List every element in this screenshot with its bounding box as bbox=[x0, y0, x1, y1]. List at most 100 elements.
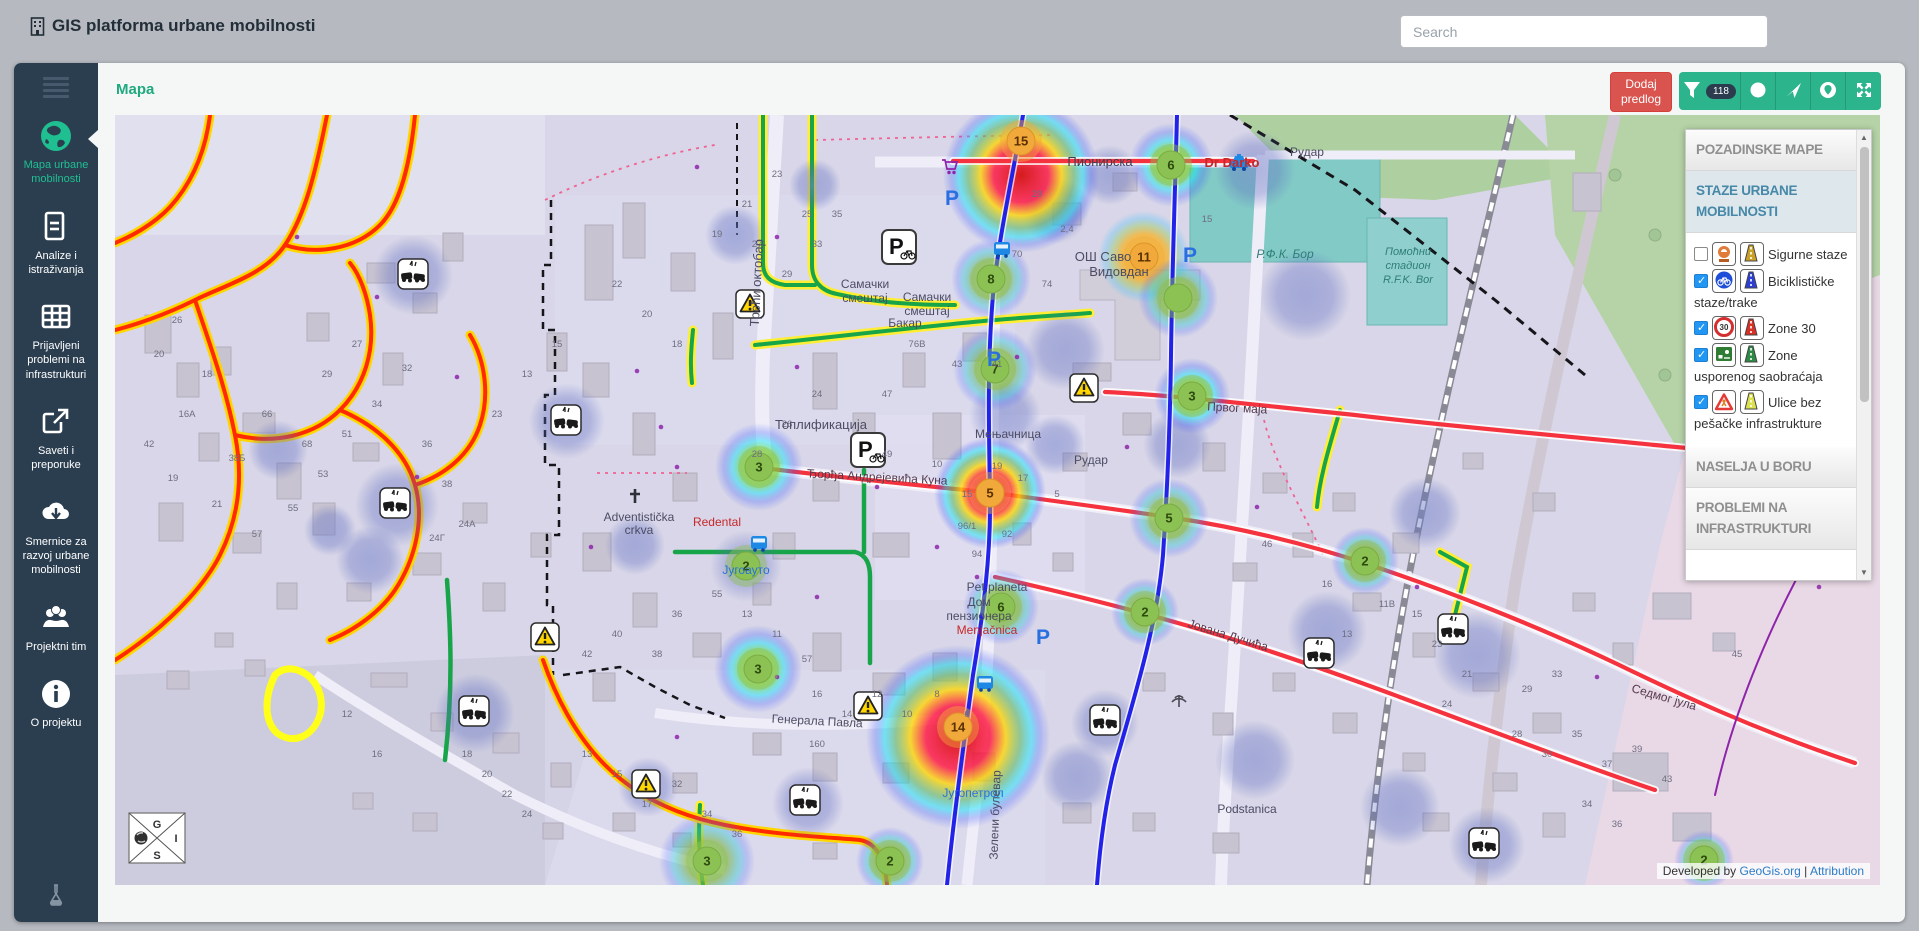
cluster-marker[interactable]: 5 bbox=[1148, 497, 1190, 539]
pbike-icon[interactable]: P bbox=[882, 230, 916, 264]
pletter-icon[interactable]: P bbox=[1036, 626, 1050, 649]
scroll-down-icon[interactable]: ▼ bbox=[1860, 565, 1868, 580]
svg-text:33: 33 bbox=[812, 239, 823, 250]
cluster-marker[interactable]: 14 bbox=[937, 706, 979, 748]
layer-label: Zone 30 bbox=[1768, 321, 1816, 336]
sidebar-item-saveti[interactable]: Saveti i preporuke bbox=[14, 394, 98, 485]
cloud-icon bbox=[38, 495, 74, 531]
car-icon[interactable] bbox=[1090, 705, 1120, 735]
layer-checkbox[interactable] bbox=[1694, 274, 1708, 288]
sidebar-item-tim[interactable]: Projektni tim bbox=[14, 590, 98, 666]
cluster-marker[interactable]: 3 bbox=[737, 648, 779, 690]
hamburger-menu-icon[interactable] bbox=[43, 77, 69, 98]
filter-button[interactable]: 118 bbox=[1679, 72, 1741, 110]
layer-checkbox[interactable] bbox=[1694, 395, 1708, 409]
svg-text:22: 22 bbox=[502, 789, 513, 800]
svg-text:38: 38 bbox=[442, 479, 453, 490]
car-icon[interactable] bbox=[398, 259, 428, 289]
svg-text:15: 15 bbox=[612, 769, 623, 780]
globe-tool-button[interactable] bbox=[1811, 72, 1846, 110]
svg-text:38: 38 bbox=[652, 649, 663, 660]
warn-icon[interactable] bbox=[632, 770, 660, 798]
locate-button[interactable] bbox=[1776, 72, 1811, 110]
car-icon[interactable] bbox=[790, 785, 820, 815]
svg-text:41: 41 bbox=[992, 359, 1003, 370]
car-icon[interactable] bbox=[380, 488, 410, 518]
layer-checkbox[interactable] bbox=[1694, 348, 1708, 362]
circle-icon bbox=[1749, 81, 1767, 102]
pletter-icon[interactable]: P bbox=[945, 187, 959, 210]
sidebar-item-analize[interactable]: Analize i istraživanja bbox=[14, 199, 98, 290]
fullscreen-button[interactable] bbox=[1846, 72, 1881, 110]
map-label: Рудар bbox=[1074, 453, 1108, 467]
layer-checkbox[interactable] bbox=[1694, 321, 1708, 335]
sidebar-item-mapa[interactable]: Mapa urbane mobilnosti bbox=[14, 108, 98, 199]
filter-count-badge: 118 bbox=[1706, 84, 1736, 99]
car-icon[interactable] bbox=[459, 696, 489, 726]
cluster-marker[interactable]: 5 bbox=[969, 472, 1011, 514]
road-icon bbox=[1740, 316, 1764, 340]
geogis-link[interactable]: GeoGis.org bbox=[1739, 864, 1800, 878]
panel-scrollbar[interactable]: ▲ ▼ bbox=[1856, 130, 1871, 580]
map[interactable]: 156118733552622314322 PPPPPP 26201816А42… bbox=[115, 115, 1880, 885]
scroll-thumb[interactable] bbox=[1860, 147, 1869, 402]
svg-text:3: 3 bbox=[755, 460, 762, 475]
svg-text:21: 21 bbox=[742, 199, 753, 210]
panel-section-problemi-na-infrastrukturi[interactable]: PROBLEMI NA INFRASTRUKTURI bbox=[1686, 488, 1856, 550]
map-canvas[interactable]: 156118733552622314322 PPPPPP 26201816А42… bbox=[115, 115, 1880, 885]
info-icon bbox=[38, 676, 74, 712]
svg-text:21: 21 bbox=[1462, 669, 1473, 680]
file-icon bbox=[38, 209, 74, 245]
car-icon[interactable] bbox=[1438, 614, 1468, 644]
sidebar-item-problemi[interactable]: Prijavljeni problemi na infrastrukturi bbox=[14, 289, 98, 394]
warn-icon[interactable] bbox=[531, 623, 559, 651]
add-proposal-button[interactable]: Dodajpredlog bbox=[1610, 72, 1672, 112]
pletter-icon[interactable]: P bbox=[1183, 244, 1197, 267]
cluster-marker[interactable]: 2 bbox=[869, 840, 911, 882]
warn-icon[interactable] bbox=[1070, 374, 1098, 402]
cluster-marker[interactable]: 8 bbox=[970, 258, 1012, 300]
svg-text:24: 24 bbox=[812, 389, 823, 400]
cluster-marker[interactable] bbox=[1157, 277, 1199, 319]
panel-section-naselja-u-boru[interactable]: NASELJA U BORU bbox=[1686, 447, 1856, 488]
layer-checkbox[interactable] bbox=[1694, 247, 1708, 261]
scroll-up-icon[interactable]: ▲ bbox=[1860, 130, 1868, 145]
panel-section-staze-urbane-mobilnosti[interactable]: STAZE URBANE MOBILNOSTI bbox=[1686, 171, 1856, 233]
circle-tool-button[interactable] bbox=[1741, 72, 1776, 110]
cluster-marker[interactable]: 2 bbox=[1124, 591, 1166, 633]
panel-section-pozadinske-mape[interactable]: POZADINSKE MAPE bbox=[1686, 130, 1856, 171]
map-label: Adventistička bbox=[604, 510, 675, 524]
car-icon[interactable] bbox=[1469, 828, 1499, 858]
nav-icon bbox=[1784, 81, 1802, 102]
cluster-marker[interactable]: 6 bbox=[1150, 144, 1192, 186]
sidebar-item-o-projektu[interactable]: O projektu bbox=[14, 666, 98, 742]
svg-text:21: 21 bbox=[212, 499, 223, 510]
car-icon[interactable] bbox=[551, 405, 581, 435]
pbike-icon[interactable]: P bbox=[851, 433, 885, 467]
svg-text:34: 34 bbox=[702, 809, 713, 820]
cluster-marker[interactable]: 15 bbox=[1000, 120, 1042, 162]
svg-text:3: 3 bbox=[754, 662, 761, 677]
svg-text:36: 36 bbox=[422, 439, 433, 450]
search-input[interactable] bbox=[1400, 15, 1768, 48]
svg-text:11: 11 bbox=[1137, 250, 1151, 265]
map-label: смештај bbox=[842, 291, 887, 305]
main-card: Mapa urbane mobilnosti Analize i istraživ… bbox=[14, 63, 1905, 922]
cluster-marker[interactable]: 3 bbox=[686, 840, 728, 882]
map-label: Dr Darko bbox=[1205, 155, 1260, 170]
car-icon[interactable] bbox=[1304, 638, 1334, 668]
sidebar-item-label: Mapa urbane mobilnosti bbox=[17, 158, 95, 187]
svg-text:15: 15 bbox=[1412, 609, 1423, 620]
svg-text:34: 34 bbox=[1582, 799, 1593, 810]
attribution-link[interactable]: Attribution bbox=[1810, 864, 1864, 878]
svg-text:12: 12 bbox=[342, 709, 353, 720]
map-label: Самачки bbox=[903, 290, 951, 304]
svg-text:38Б: 38Б bbox=[229, 453, 246, 464]
svg-text:P: P bbox=[1183, 244, 1197, 267]
svg-text:2: 2 bbox=[1141, 605, 1148, 620]
sidebar-item-smernice[interactable]: Smernice za razvoj urbane mobilnosti bbox=[14, 485, 98, 590]
svg-text:13: 13 bbox=[1342, 629, 1353, 640]
svg-text:13: 13 bbox=[582, 749, 593, 760]
cluster-marker[interactable]: 2 bbox=[1344, 540, 1386, 582]
svg-text:57: 57 bbox=[802, 654, 813, 665]
